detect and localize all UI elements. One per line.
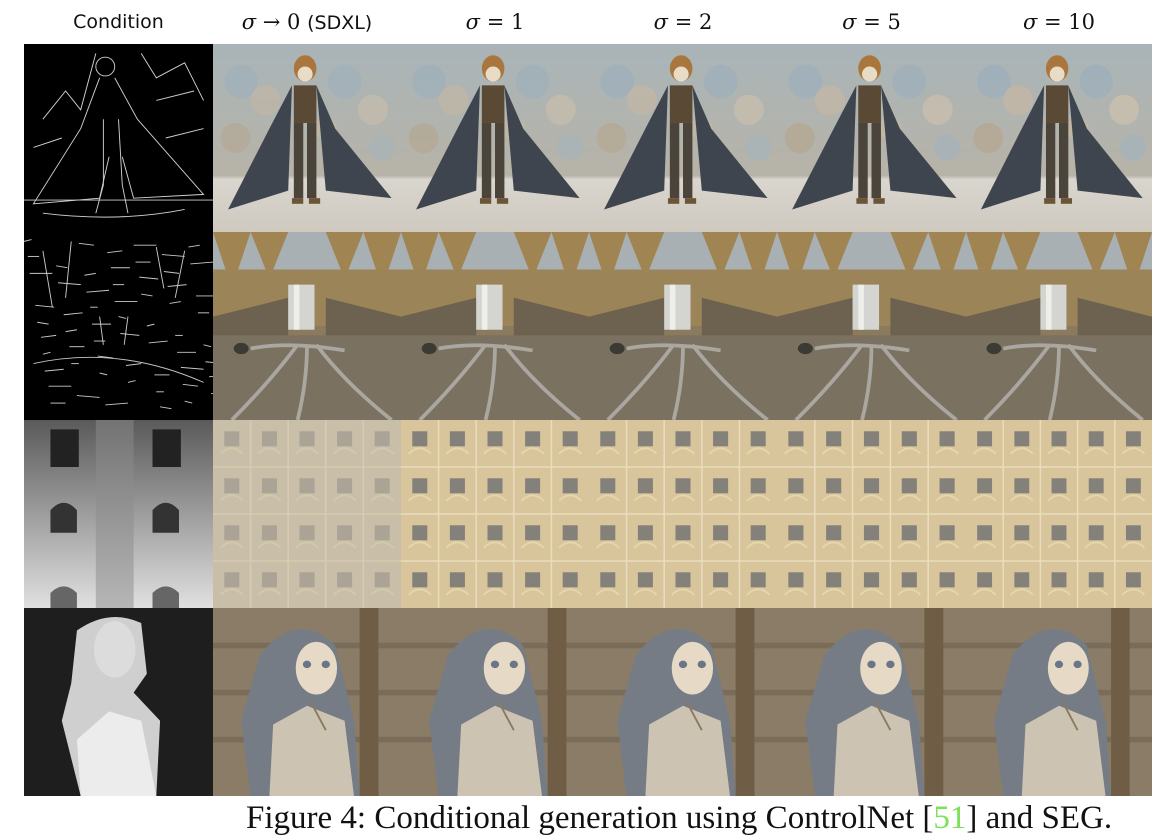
condition-map <box>24 232 213 420</box>
generated-image-row-anime-boy-sigma-5 <box>777 44 966 232</box>
header-text: = 1 <box>480 10 525 34</box>
generated-image-row-anime-girl-sigma-10 <box>966 608 1152 796</box>
output-image <box>589 420 777 608</box>
figure-caption: Figure 4: Conditional generation using C… <box>246 797 1152 839</box>
condition-map <box>24 44 213 232</box>
generated-image-row-anime-girl-sigma-0 <box>213 608 401 796</box>
citation-link[interactable]: 51 <box>933 800 966 836</box>
generated-image-row-waterfall-sigma-0 <box>213 232 401 420</box>
generated-image-row-anime-girl-sigma-2 <box>589 608 777 796</box>
generated-image-row-waterfall-sigma-2 <box>589 232 777 420</box>
header-suffix: (SDXL) <box>307 12 373 34</box>
output-image <box>589 232 777 420</box>
generated-image-row-anime-girl-sigma-5 <box>777 608 966 796</box>
image-grid <box>24 44 1152 796</box>
column-header-sigma-1: σ = 1 <box>401 4 589 40</box>
generated-image-row-waterfall-sigma-10 <box>966 232 1152 420</box>
generated-image-row-waterfall-sigma-5 <box>777 232 966 420</box>
output-image <box>401 232 589 420</box>
generated-image-row-anime-boy-sigma-2 <box>589 44 777 232</box>
output-image <box>777 608 966 796</box>
sigma-symbol: σ <box>842 10 857 34</box>
header-label: Condition <box>73 11 164 33</box>
output-image <box>589 608 777 796</box>
generated-image-row-anime-boy-sigma-10 <box>966 44 1152 232</box>
column-header-condition: Condition <box>24 4 213 40</box>
caption-text-end: ] and SEG. <box>966 800 1113 836</box>
output-image <box>213 44 401 232</box>
output-image <box>966 608 1152 796</box>
condition-image-row-anime-girl-condition <box>24 608 213 796</box>
generated-image-row-anime-boy-sigma-1 <box>401 44 589 232</box>
condition-map <box>24 608 213 796</box>
output-image <box>213 420 401 608</box>
output-image <box>213 232 401 420</box>
generated-image-row-facade-sigma-0 <box>213 420 401 608</box>
condition-map <box>24 420 213 608</box>
output-image <box>966 420 1152 608</box>
output-image <box>589 44 777 232</box>
generated-image-row-waterfall-sigma-1 <box>401 232 589 420</box>
condition-image-row-facade-condition <box>24 420 213 608</box>
output-image <box>777 44 966 232</box>
header-text: → 0 <box>256 10 308 34</box>
sigma-symbol: σ <box>653 10 669 34</box>
generated-image-row-facade-sigma-10 <box>966 420 1152 608</box>
output-image <box>777 420 966 608</box>
sigma-symbol: σ <box>1022 10 1038 34</box>
sigma-symbol: σ <box>465 10 481 34</box>
output-image <box>401 608 589 796</box>
generated-image-row-facade-sigma-2 <box>589 420 777 608</box>
header-text: = 10 <box>1037 10 1095 34</box>
sigma-symbol: σ <box>241 10 257 34</box>
column-header-sigma-5: σ = 5 <box>777 4 966 40</box>
condition-image-row-anime-boy-condition <box>24 44 213 232</box>
header-text: = 5 <box>856 10 901 34</box>
column-header-sigma-0: σ → 0 (SDXL) <box>213 4 401 40</box>
generated-image-row-anime-boy-sigma-0 <box>213 44 401 232</box>
output-image <box>401 44 589 232</box>
output-image <box>401 420 589 608</box>
condition-image-row-waterfall-condition <box>24 232 213 420</box>
output-image <box>213 608 401 796</box>
column-header-sigma-2: σ = 2 <box>589 4 777 40</box>
generated-image-row-facade-sigma-5 <box>777 420 966 608</box>
generated-image-row-facade-sigma-1 <box>401 420 589 608</box>
output-image <box>777 232 966 420</box>
output-image <box>966 44 1152 232</box>
header-text: = 2 <box>668 10 713 34</box>
generated-image-row-anime-girl-sigma-1 <box>401 608 589 796</box>
column-header-sigma-10: σ = 10 <box>966 4 1152 40</box>
caption-text: Figure 4: Conditional generation using C… <box>246 800 934 836</box>
output-image <box>966 232 1152 420</box>
